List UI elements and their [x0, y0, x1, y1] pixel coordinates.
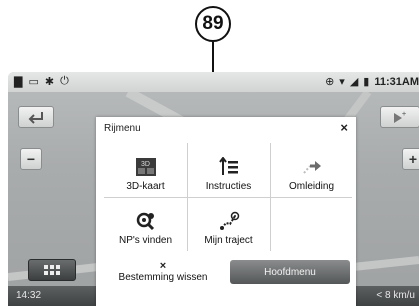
tile-3d-map[interactable]: 3D 3D-kaart [104, 143, 187, 197]
battery-icon: ▮ [363, 76, 370, 88]
clear-x-icon: × [159, 260, 167, 272]
waypoint-play-icon: + [394, 111, 406, 123]
tile-label: NP's vinden [118, 235, 173, 246]
3d-map-icon: 3D [135, 158, 156, 176]
menu-title: Rijmenu [104, 123, 141, 134]
tile-detour[interactable]: Omleiding [270, 143, 353, 197]
clock-time: 14:32 [16, 290, 42, 301]
gps-icon: ⊕ [325, 76, 335, 88]
wifi-icon: ▾ [339, 76, 345, 88]
callout-number: 89 [195, 6, 231, 42]
tile-label: Omleiding [288, 181, 335, 192]
navigation-screen: ▇ ▭ ✱ ⏻ ⊕ ▾ ◢ ▮ 11:31AM − + + 14:32 < 8 … [8, 72, 419, 306]
clear-destination-label: Bestemming wissen [118, 272, 208, 283]
signal-icon: ◢ [349, 76, 359, 88]
status-bar: ▇ ▭ ✱ ⏻ ⊕ ▾ ◢ ▮ 11:31AM [8, 72, 419, 92]
detour-arrow-icon [302, 161, 321, 174]
back-button[interactable] [18, 106, 54, 128]
status-icons-right: ⊕ ▾ ◢ ▮ 11:31AM [325, 75, 419, 89]
add-waypoint-button[interactable]: + [380, 106, 419, 128]
plus-icon: + [408, 151, 418, 167]
speed-readout: < 8 km/u [376, 290, 415, 301]
apps-grid-button[interactable] [28, 259, 76, 281]
back-arrow-icon [28, 112, 43, 124]
instructions-list-icon [218, 157, 238, 175]
power-icon: ⏻ [60, 75, 69, 87]
zoom-out-button[interactable]: − [20, 148, 42, 170]
svg-text:3D: 3D [141, 161, 150, 168]
figure-stage: 89 ▇ ▭ ✱ ⏻ ⊕ ▾ ◢ ▮ 11:31AM − + + 14:32 <… [0, 0, 419, 306]
menu-tile-grid: 3D 3D-kaart Instructies Omleiding NP's v… [104, 143, 352, 251]
tile-find-poi[interactable]: NP's vinden [104, 197, 187, 251]
main-menu-button[interactable]: Hoofdmenu [230, 260, 350, 284]
tile-label: 3D-kaart [126, 181, 165, 192]
tile-label: Mijn traject [204, 235, 253, 246]
bluetooth-icon: ✱ [44, 76, 55, 88]
tile-instructions[interactable]: Instructies [187, 143, 270, 197]
route-path-icon [219, 211, 239, 230]
find-poi-icon [136, 212, 154, 231]
tile-label: Instructies [205, 181, 252, 192]
tile-my-route[interactable]: Mijn traject [187, 197, 270, 251]
status-icons-left: ▇ ▭ ✱ ⏻ [14, 75, 69, 88]
grid-divider [270, 197, 271, 251]
image-icon: ▭ [28, 76, 39, 88]
clear-destination-button[interactable]: × Bestemming wissen [102, 258, 224, 286]
zoom-in-button[interactable]: + [402, 148, 419, 170]
sd-card-icon: ▇ [14, 76, 23, 88]
close-icon[interactable]: × [340, 121, 348, 135]
status-time: 11:31AM [374, 75, 419, 88]
svg-text:+: + [402, 111, 406, 118]
drive-menu-dialog: Rijmenu × 3D 3D-kaart Instructies Omleid… [96, 117, 356, 306]
minus-icon: − [26, 151, 36, 167]
menu-footer: × Bestemming wissen Hoofdmenu [96, 257, 356, 306]
grid-icon [44, 265, 60, 275]
